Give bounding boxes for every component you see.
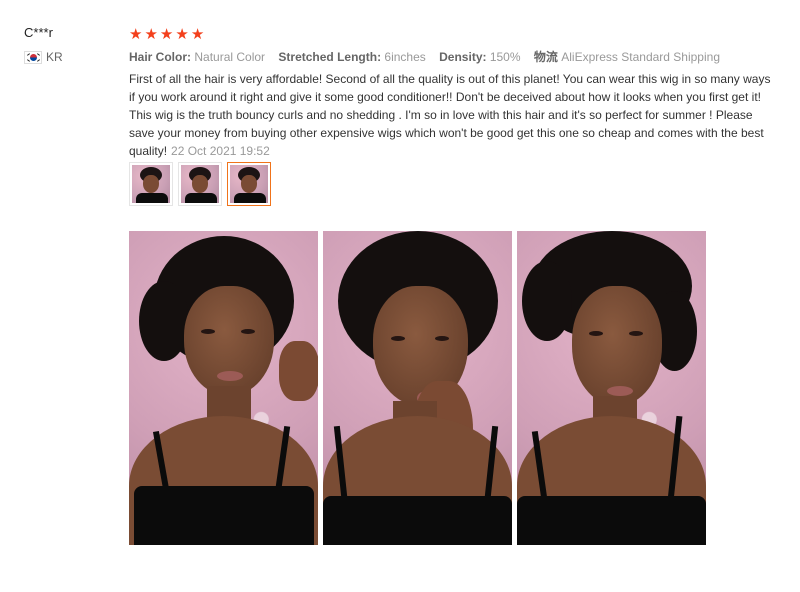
attribute-stretched-length: Stretched Length: 6inches (278, 50, 426, 64)
star-icon: ★ (144, 25, 158, 43)
photo-thumbnails (129, 162, 271, 206)
attribute-shipping: 物流 AliExpress Standard Shipping (533, 50, 720, 64)
country-code: KR (46, 50, 63, 64)
review-photo[interactable] (129, 231, 318, 545)
star-icon: ★ (175, 25, 189, 43)
photo-thumbnail[interactable] (178, 162, 222, 206)
reviewer-info: C***r KR (24, 24, 114, 64)
attribute-density: Density: 150% (439, 50, 521, 64)
photo-thumbnail[interactable] (129, 162, 173, 206)
review-content: ★ ★ ★ ★ ★ Hair Color: Natural Color Stre… (129, 24, 779, 160)
photo-thumbnail-active[interactable] (227, 162, 271, 206)
product-attributes: Hair Color: Natural Color Stretched Leng… (129, 48, 779, 66)
south-korea-flag-icon (24, 50, 42, 64)
star-rating: ★ ★ ★ ★ ★ (129, 24, 779, 44)
review-text: First of all the hair is very affordable… (129, 70, 779, 160)
review-photo[interactable] (323, 231, 512, 545)
review-photo[interactable] (517, 231, 706, 545)
star-icon: ★ (159, 25, 174, 43)
review-date: 22 Oct 2021 19:52 (171, 144, 270, 158)
review-photos (129, 231, 706, 545)
attribute-hair-color: Hair Color: Natural Color (129, 50, 266, 64)
star-icon: ★ (129, 25, 143, 43)
reviewer-name: C***r (24, 25, 53, 40)
star-icon: ★ (190, 25, 205, 43)
reviewer-country: KR (24, 50, 114, 64)
